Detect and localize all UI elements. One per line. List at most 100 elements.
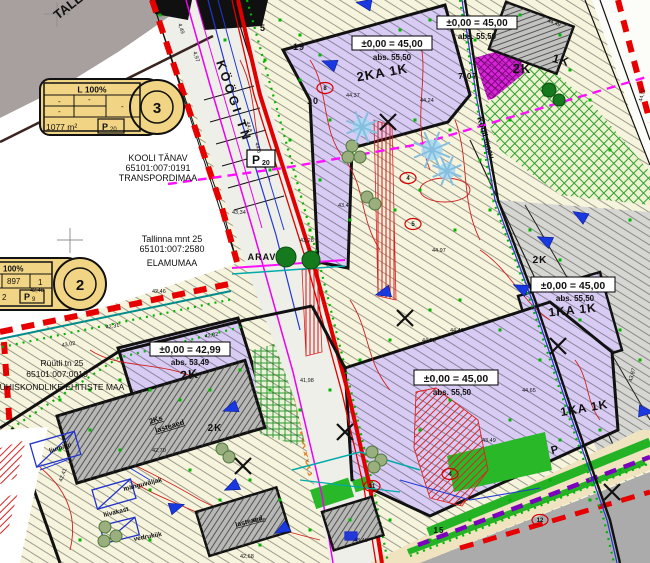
tree-icon [354,151,366,163]
vegetation-dot [179,399,182,402]
vegetation-dot [509,499,512,502]
plot-info-block-2: 100% 897 1 2 P 9 2 [0,258,106,310]
vegetation-dot [599,429,602,432]
block2-v2: 1 [38,278,43,287]
spot-elevation: 42,48 [30,288,44,294]
spot-elevation: 44,48 [450,328,464,334]
vegetation-dot [224,39,227,42]
vegetation-dot [414,119,417,122]
vegetation-dot [499,329,502,332]
spot-elevation: 43,34 [232,210,246,216]
plot-number-3: 3 [153,100,161,117]
vegetation-dot [189,469,192,472]
vegetation-dot [639,359,642,362]
vegetation-dot [349,219,352,222]
vegetation-dot [399,29,402,32]
vegetation-dot [264,59,267,62]
tree-icon [342,151,354,163]
spot-elevation: 44,24 [420,98,434,104]
vegetation-dot [519,14,522,17]
parking-letter: P [252,153,260,167]
vegetation-dot [259,544,262,547]
vegetation-dot [299,34,302,37]
parcel-ruutli-cadastre: 65101:007:0010 [26,369,88,379]
vegetation-dot [449,399,452,402]
elevation-abs: abs. 55,50 [458,32,497,41]
spot-elevation: 42,68 [240,554,254,560]
block3-parking-letter: P [102,122,108,132]
tree-icon [369,198,381,210]
spot-elevation: 43,49 [482,438,496,444]
badge-number: 11 [369,484,376,490]
vegetation-dot [299,409,302,412]
spot-elevation: 44,37 [346,93,360,99]
storey-label: 15 [434,526,445,535]
plot-number-2: 2 [76,277,84,294]
vegetation-dot [269,169,272,172]
parcel-tallinna-usage: ELAMUMAA [147,258,198,268]
vegetation-dot [359,359,362,362]
vegetation-dot [569,69,572,72]
vegetation-dot [429,309,432,312]
block3-dash3: - [121,102,124,111]
existing-building-black-2 [196,0,268,30]
site-plan-map: TALLINNA MNT [0,0,650,563]
tree-icon [302,251,320,269]
tree-icon [223,451,235,463]
storey-label: 10 [307,96,319,106]
parcel-label-kooli: KOOLI TÄNAV 65101:007:0191 TRANSPORDIMAA [119,153,198,183]
storey-label: 5 [260,23,266,33]
vegetation-dot [329,119,332,122]
vegetation-dot [454,229,457,232]
elevation-main: ±0,00 = 45,00 [424,373,489,385]
parking-count: 20 [262,160,270,167]
tree-icon [110,530,122,542]
vegetation-dot [329,389,332,392]
vegetation-dot [119,449,122,452]
vegetation-dot [479,159,482,162]
block3-header: L 100% [77,85,107,95]
tree-icon [553,94,565,106]
parking-box-p20: P 20 [247,150,275,167]
vegetation-dot [429,539,432,542]
storey-label: 2K [513,61,532,76]
spot-elevation: 43,44 [338,203,352,209]
elevation-abs: abs. 53,49 [171,358,210,367]
vegetation-dot [509,419,512,422]
vegetation-dot [319,54,322,57]
vegetation-dot [349,519,352,522]
block3-parking-count: 20 [110,127,117,133]
block3-dash4: - [58,107,61,116]
vegetation-dot [529,229,532,232]
vegetation-dot [389,519,392,522]
tree-icon [99,521,111,533]
vegetation-dot [559,34,562,37]
vegetation-dot [429,19,432,22]
elevation-abs: abs. 55,50 [433,388,472,397]
vegetation-dot [299,79,302,82]
vegetation-dot [549,479,552,482]
block3-dash1: - [58,97,61,106]
vegetation-dot [209,389,212,392]
vegetation-dot [459,299,462,302]
vegetation-dot [319,179,322,182]
storey-label: 2K [179,366,200,383]
parcel-kooli-name: KOOLI TÄNAV [128,153,187,163]
storey-label: 2K [208,423,223,434]
vegetation-dot [489,209,492,212]
vegetation-dot [589,99,592,102]
tree-icon [98,535,110,547]
elevation-main: ±0,00 = 45,00 [541,280,606,292]
parcel-ruutli-name: Rüütli tn 25 [41,358,84,368]
vegetation-dot [309,529,312,532]
spot-elevation: 43,49 [354,538,368,544]
vegetation-dot [419,429,422,432]
vegetation-dot [249,479,252,482]
spot-elevation: 44,58 [422,338,436,344]
storey-label: 19 [293,42,305,52]
storey-label: 2K [533,255,548,266]
badge-number: 12 [537,518,544,524]
vegetation-dot [239,369,242,372]
vegetation-dot [59,399,62,402]
vegetation-dot [539,359,542,362]
